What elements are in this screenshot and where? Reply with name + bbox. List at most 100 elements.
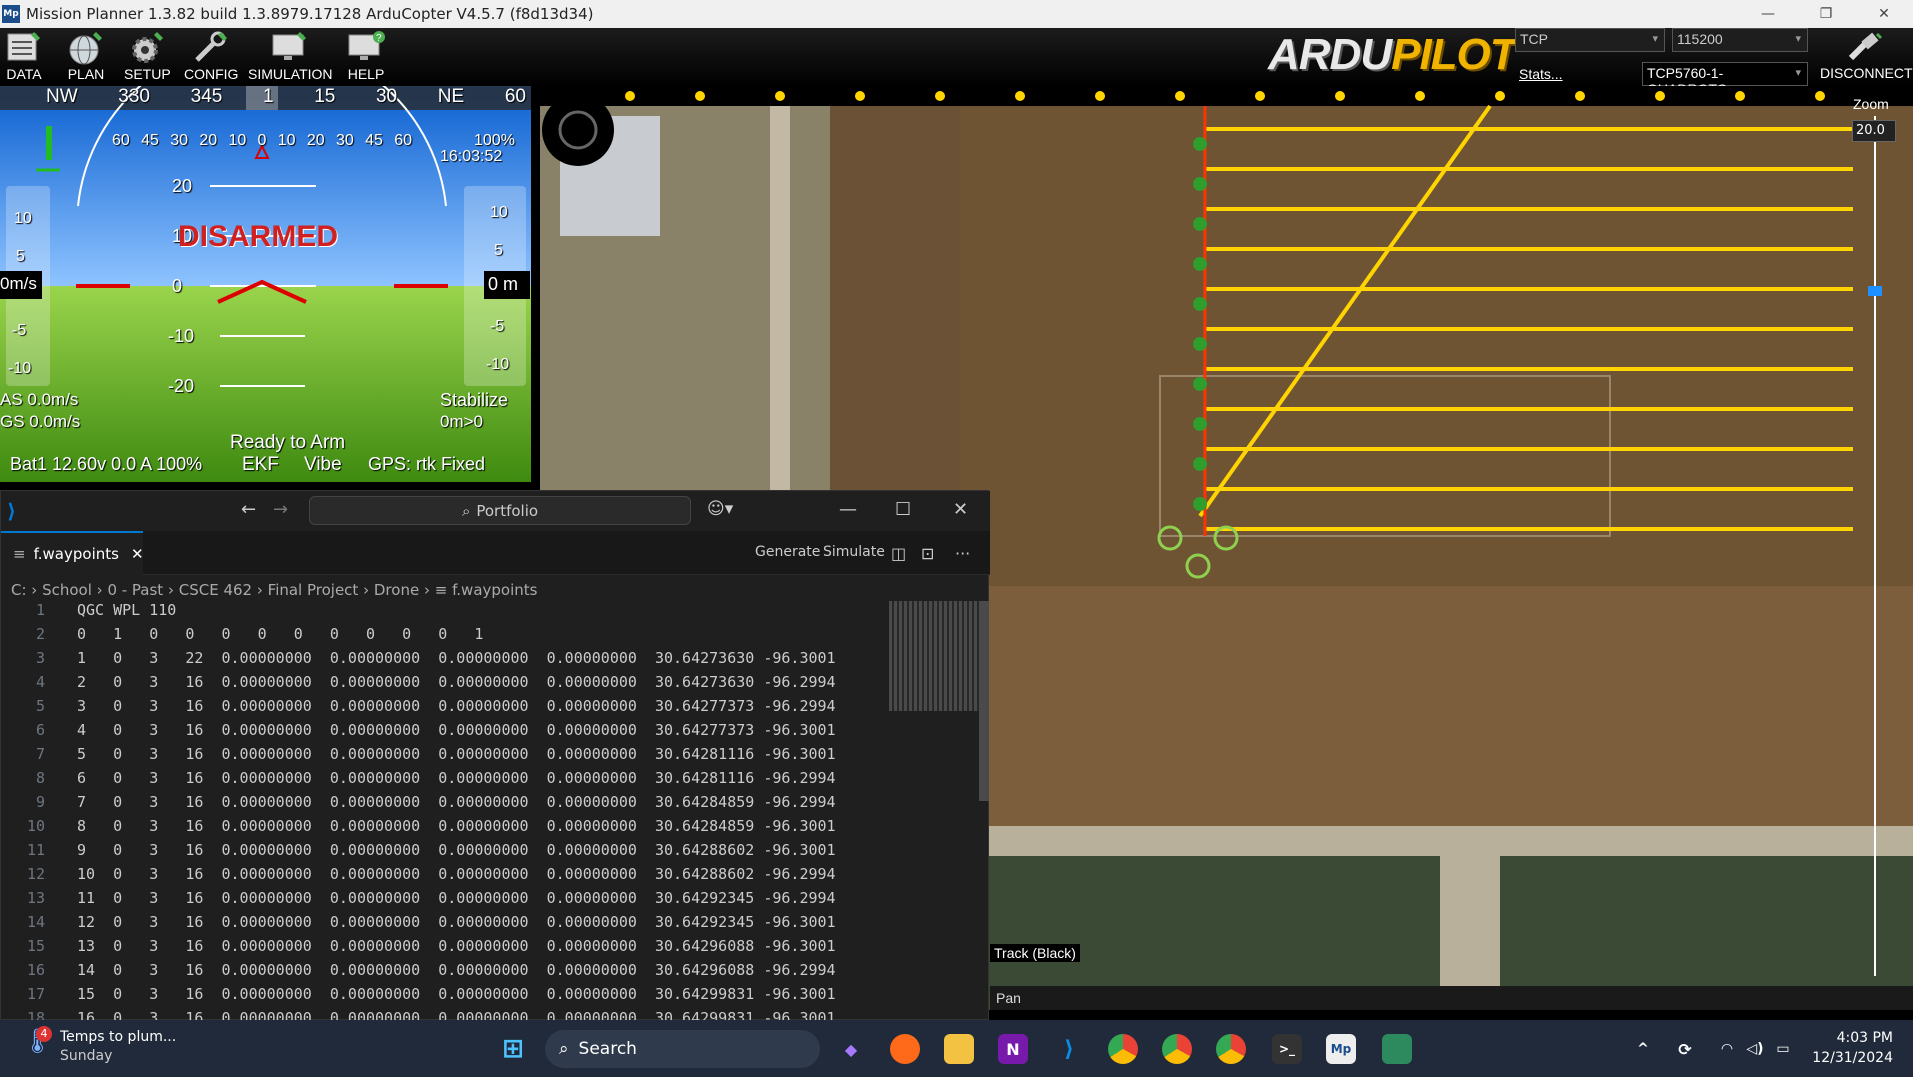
battery-icon[interactable]: ▭ [1768, 1034, 1798, 1064]
windows-start-icon[interactable]: ⊞ [498, 1034, 528, 1064]
chrome-profile-icon[interactable] [1162, 1034, 1192, 1064]
heading-label: NE [437, 86, 465, 107]
data-button[interactable]: DATA [4, 30, 44, 82]
maximize-icon[interactable]: ☐ [895, 499, 911, 520]
roll-label: 45 [365, 132, 383, 149]
vscode-taskbar-icon[interactable]: ⟩ [1054, 1034, 1084, 1064]
simulate-button[interactable]: Simulate [823, 544, 885, 560]
forward-arrow-icon[interactable]: → [273, 499, 288, 520]
weather-widget[interactable]: 🌡 4 Temps to plum... Sunday [22, 1026, 176, 1066]
chrome-icon[interactable] [1108, 1034, 1138, 1064]
line-number: 15 [26, 937, 45, 955]
roll-label: 30 [170, 132, 189, 149]
minimize-icon[interactable]: — [1739, 0, 1797, 28]
svg-text:?: ? [376, 33, 382, 44]
command-center-search[interactable]: ⌕ Portfolio [309, 496, 691, 525]
back-arrow-icon[interactable]: ← [241, 499, 256, 520]
simulation-button[interactable]: SIMULATION [248, 30, 333, 82]
more-actions-icon[interactable]: ··· [955, 544, 970, 563]
vibe-status[interactable]: Vibe [304, 454, 342, 476]
code-line[interactable]: 12 10 0 3 16 0.00000000 0.00000000 0.0000… [1, 865, 881, 889]
roll-label: 10 [228, 132, 247, 149]
app-icon[interactable] [1382, 1034, 1412, 1064]
help-button[interactable]: ? HELP [346, 30, 386, 82]
breadcrumb-item[interactable]: CSCE 462 [179, 581, 252, 599]
sync-icon[interactable]: ⟳ [1670, 1034, 1700, 1064]
ekf-status[interactable]: EKF [242, 454, 279, 476]
zoom-input[interactable]: 20.0 [1852, 120, 1896, 142]
code-line[interactable]: 5 3 0 3 16 0.00000000 0.00000000 0.000000… [1, 697, 881, 721]
code-line[interactable]: 3 1 0 3 22 0.00000000 0.00000000 0.000000… [1, 649, 881, 673]
minimap[interactable] [889, 601, 979, 711]
code-line[interactable]: 1 QGC WPL 110 [1, 601, 881, 625]
setup-button[interactable]: SETUP [124, 30, 171, 82]
code-line[interactable]: 10 8 0 3 16 0.00000000 0.00000000 0.00000… [1, 817, 881, 841]
disconnect-button[interactable]: DISCONNECT [1820, 32, 1913, 81]
code-line[interactable]: 8 6 0 3 16 0.00000000 0.00000000 0.000000… [1, 769, 881, 793]
heading-label: 60 [504, 86, 526, 107]
minimize-icon[interactable]: — [839, 499, 857, 520]
code-line[interactable]: 6 4 0 3 16 0.00000000 0.00000000 0.000000… [1, 721, 881, 745]
breadcrumb-item[interactable]: School [42, 581, 92, 599]
code-line[interactable]: 4 2 0 3 16 0.00000000 0.00000000 0.000000… [1, 673, 881, 697]
plan-button[interactable]: PLAN [66, 30, 106, 82]
code-line[interactable]: 7 5 0 3 16 0.00000000 0.00000000 0.000000… [1, 745, 881, 769]
breadcrumb-item[interactable]: 0 - Past [107, 581, 163, 599]
firefox-icon[interactable] [890, 1034, 920, 1064]
split-editor-icon[interactable]: ◫ [891, 544, 906, 563]
volume-icon[interactable]: ◁) [1740, 1034, 1770, 1064]
code-line[interactable]: 15 13 0 3 16 0.00000000 0.00000000 0.0000… [1, 937, 881, 961]
line-number: 10 [26, 817, 45, 835]
heading-label: 1 [262, 86, 274, 107]
search-icon: ⌕ [461, 501, 471, 520]
chrome-profile-icon[interactable] [1216, 1034, 1246, 1064]
wifi-icon[interactable]: ◠ [1712, 1034, 1742, 1064]
breadcrumb-item[interactable]: f.waypoints [452, 581, 537, 599]
config-button[interactable]: CONFIG [184, 30, 238, 82]
copilot-icon[interactable]: ☺▾ [707, 499, 733, 519]
data-icon [7, 32, 40, 61]
tab-close-icon[interactable]: ✕ [131, 545, 144, 563]
monitor-icon [272, 32, 307, 60]
onenote-icon[interactable]: N [998, 1034, 1028, 1064]
breadcrumb-item[interactable]: Final Project [268, 581, 359, 599]
plug-icon [1848, 32, 1883, 61]
code-line[interactable]: 14 12 0 3 16 0.00000000 0.00000000 0.0000… [1, 913, 881, 937]
breadcrumb: C: › School › 0 - Past › CSCE 462 › Fina… [11, 581, 538, 599]
baud-rate-select[interactable]: 115200 [1672, 28, 1808, 52]
code-line[interactable]: 13 11 0 3 16 0.00000000 0.00000000 0.0000… [1, 889, 881, 913]
code-line[interactable]: 16 14 0 3 16 0.00000000 0.00000000 0.0000… [1, 961, 881, 985]
stats-link[interactable]: Stats... [1519, 66, 1563, 82]
clock[interactable]: 4:03 PM 12/31/2024 [1812, 1028, 1893, 1068]
connection-type-select[interactable]: TCP [1515, 28, 1665, 52]
line-text: 7 0 3 16 0.00000000 0.00000000 0.0000000… [77, 793, 836, 811]
mission-planner-icon[interactable]: Mp [1326, 1034, 1356, 1064]
toolbar-label-setup: SETUP [124, 66, 171, 82]
breadcrumb-item[interactable]: Drone [374, 581, 419, 599]
close-icon[interactable]: ✕ [953, 499, 968, 520]
code-line[interactable]: 11 9 0 3 16 0.00000000 0.00000000 0.00000… [1, 841, 881, 865]
terminal-icon[interactable]: >_ [1272, 1034, 1302, 1064]
heading-label: 330 [118, 86, 150, 107]
app-icon[interactable]: ◆ [836, 1034, 866, 1064]
close-icon[interactable]: ✕ [1855, 0, 1913, 28]
code-editor[interactable]: 1 QGC WPL 110 2 0 1 0 0 0 0 0 0 0 0 0 1 3 1 0… [1, 601, 990, 1021]
code-line[interactable]: 2 0 1 0 0 0 0 0 0 0 0 0 1 [1, 625, 881, 649]
line-text: 11 0 3 16 0.00000000 0.00000000 0.000000… [77, 889, 836, 907]
editor-scrollbar[interactable] [979, 601, 989, 801]
restore-icon[interactable]: ❐ [1797, 0, 1855, 28]
search-icon: ⌕ [559, 1039, 569, 1059]
code-line[interactable]: 17 15 0 3 16 0.00000000 0.00000000 0.0000… [1, 985, 881, 1009]
gear-icon [132, 32, 164, 63]
line-text: 1 0 3 22 0.00000000 0.00000000 0.0000000… [77, 649, 836, 667]
lock-icon[interactable]: ⊡ [921, 544, 934, 563]
line-number: 2 [35, 625, 45, 643]
generate-button[interactable]: Generate [755, 544, 820, 560]
chevron-up-icon[interactable]: ^ [1628, 1034, 1658, 1064]
breadcrumb-item[interactable]: C: [11, 581, 27, 599]
taskbar-search[interactable]: ⌕ Search [545, 1030, 820, 1068]
code-line[interactable]: 9 7 0 3 16 0.00000000 0.00000000 0.000000… [1, 793, 881, 817]
tab-f-waypoints[interactable]: ≡ f.waypoints ✕ [1, 531, 144, 575]
link-select[interactable]: TCP5760-1-QUADROTO [1642, 62, 1808, 97]
file-explorer-icon[interactable] [944, 1034, 974, 1064]
